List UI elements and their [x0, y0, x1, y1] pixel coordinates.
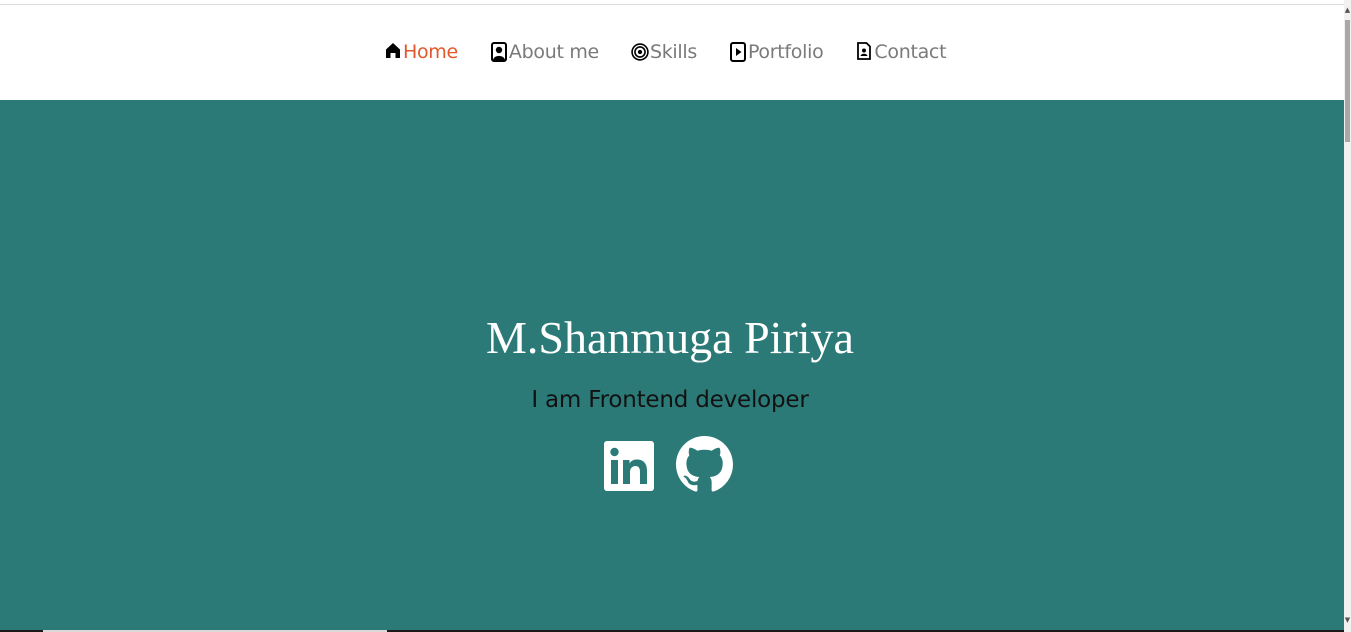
- nav-item-label: Portfolio: [747, 41, 824, 63]
- hero-section: M.Shanmuga Piriya I am Frontend develope…: [0, 100, 1344, 630]
- file-play-icon: [729, 42, 747, 62]
- vertical-scrollbar[interactable]: ▲ ▼: [1344, 0, 1351, 632]
- navbar: Home About me Skills Portfolio Contact: [0, 5, 1344, 100]
- nav-item-label: Contact: [874, 41, 947, 63]
- nav-item-skills[interactable]: Skills: [631, 39, 697, 65]
- scroll-down-arrow-icon[interactable]: ▼: [1344, 614, 1351, 626]
- target-icon: [631, 42, 649, 62]
- page: Home About me Skills Portfolio Contact M…: [0, 0, 1351, 632]
- file-person-icon: [855, 42, 873, 62]
- scroll-up-arrow-icon[interactable]: ▲: [1344, 4, 1351, 16]
- nav-list: Home About me Skills Portfolio Contact: [384, 39, 947, 65]
- nav-item-contact[interactable]: Contact: [855, 39, 947, 65]
- nav-item-label: Skills: [649, 41, 697, 63]
- linkedin-icon[interactable]: [604, 440, 654, 491]
- person-badge-icon: [490, 42, 508, 62]
- home-icon: [384, 42, 402, 62]
- nav-item-label: About me: [508, 41, 599, 63]
- github-icon[interactable]: [676, 436, 733, 493]
- scrollbar-thumb[interactable]: [1345, 20, 1350, 142]
- hero-name: M.Shanmuga Piriya: [486, 312, 854, 363]
- nav-item-label: Home: [403, 41, 458, 63]
- social-links: [604, 436, 733, 493]
- nav-item-home[interactable]: Home: [384, 39, 458, 65]
- nav-item-portfolio[interactable]: Portfolio: [729, 39, 824, 65]
- hero-subtitle: I am Frontend developer: [531, 387, 809, 413]
- nav-item-about[interactable]: About me: [490, 39, 599, 65]
